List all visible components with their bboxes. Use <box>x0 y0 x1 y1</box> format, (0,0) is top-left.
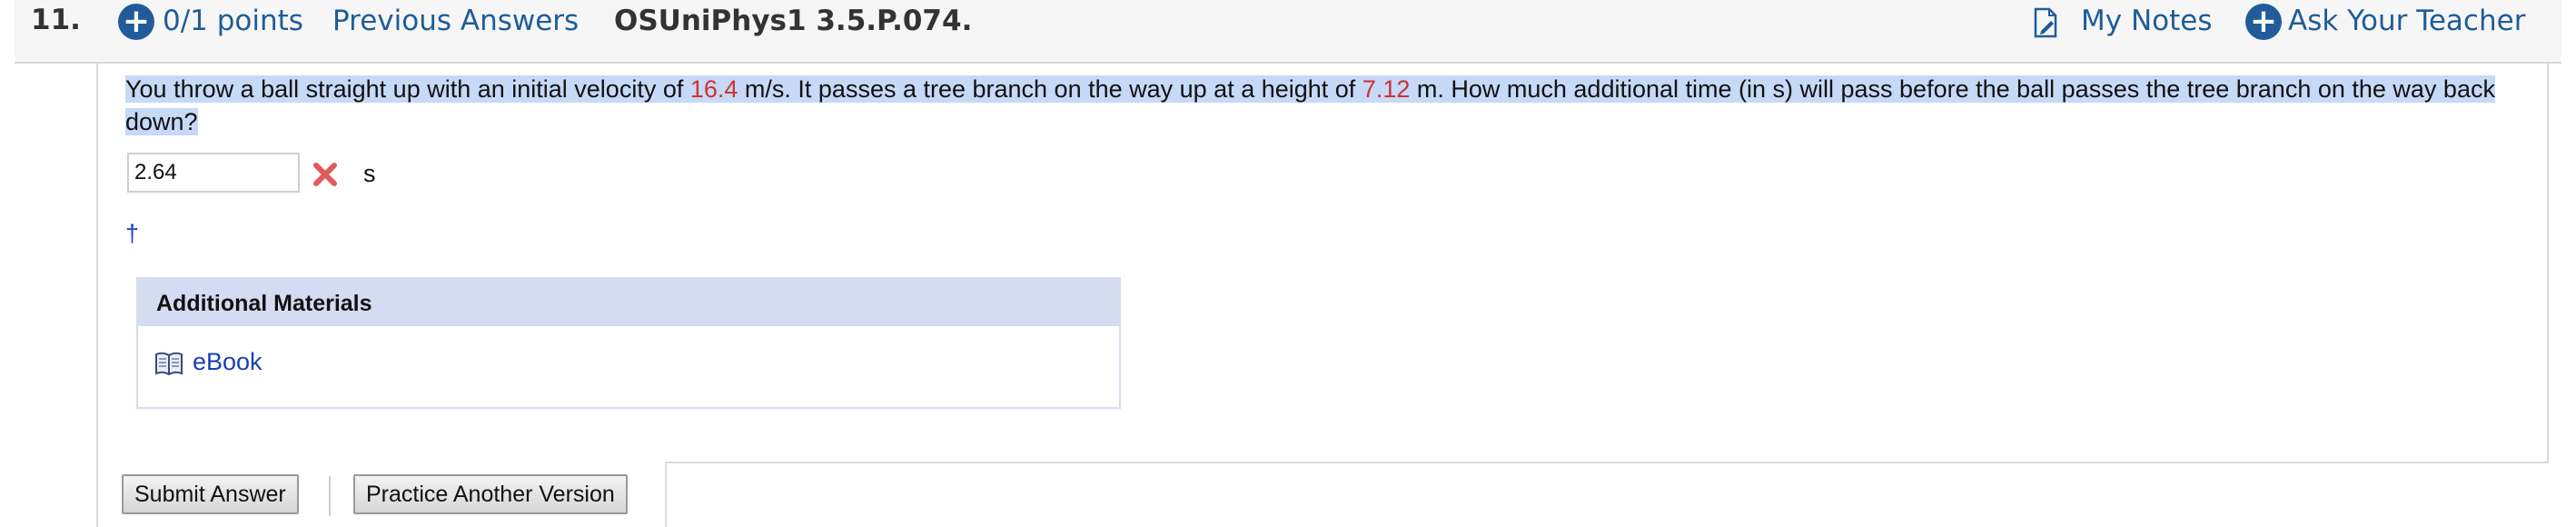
question-text: You throw a ball straight up with an ini… <box>125 73 2523 138</box>
practice-another-version-button[interactable]: Practice Another Version <box>353 474 628 514</box>
additional-materials-box: Additional Materials eBook <box>136 277 1121 409</box>
branch-height-value: 7.12 <box>1362 75 1411 103</box>
footnote-dagger-link[interactable]: † <box>125 220 139 248</box>
points-plus-icon[interactable]: + <box>118 4 154 40</box>
question-part-2: m/s. It passes a tree branch on the way … <box>738 75 1362 103</box>
incorrect-x-icon <box>313 163 337 186</box>
points-link[interactable]: 0/1 points <box>163 5 303 37</box>
ask-teacher-link[interactable]: Ask Your Teacher <box>2288 5 2525 37</box>
notes-icon[interactable] <box>2033 7 2058 38</box>
ebook-link[interactable]: eBook <box>193 348 263 376</box>
previous-answers-link[interactable]: Previous Answers <box>332 5 579 37</box>
ask-teacher-plus-icon[interactable]: + <box>2245 4 2282 40</box>
answer-input[interactable] <box>127 153 300 193</box>
assignment-code: OSUniPhys1 3.5.P.074. <box>614 5 973 37</box>
question-part-1: You throw a ball straight up with an ini… <box>125 75 690 103</box>
additional-materials-title: Additional Materials <box>138 279 1119 326</box>
my-notes-link[interactable]: My Notes <box>2081 5 2212 37</box>
initial-velocity-value: 16.4 <box>689 75 738 103</box>
button-divider <box>329 476 331 516</box>
submit-answer-button[interactable]: Submit Answer <box>122 474 299 514</box>
answer-unit: s <box>363 160 376 187</box>
question-number: 11. <box>31 4 81 36</box>
book-icon[interactable] <box>154 351 183 376</box>
